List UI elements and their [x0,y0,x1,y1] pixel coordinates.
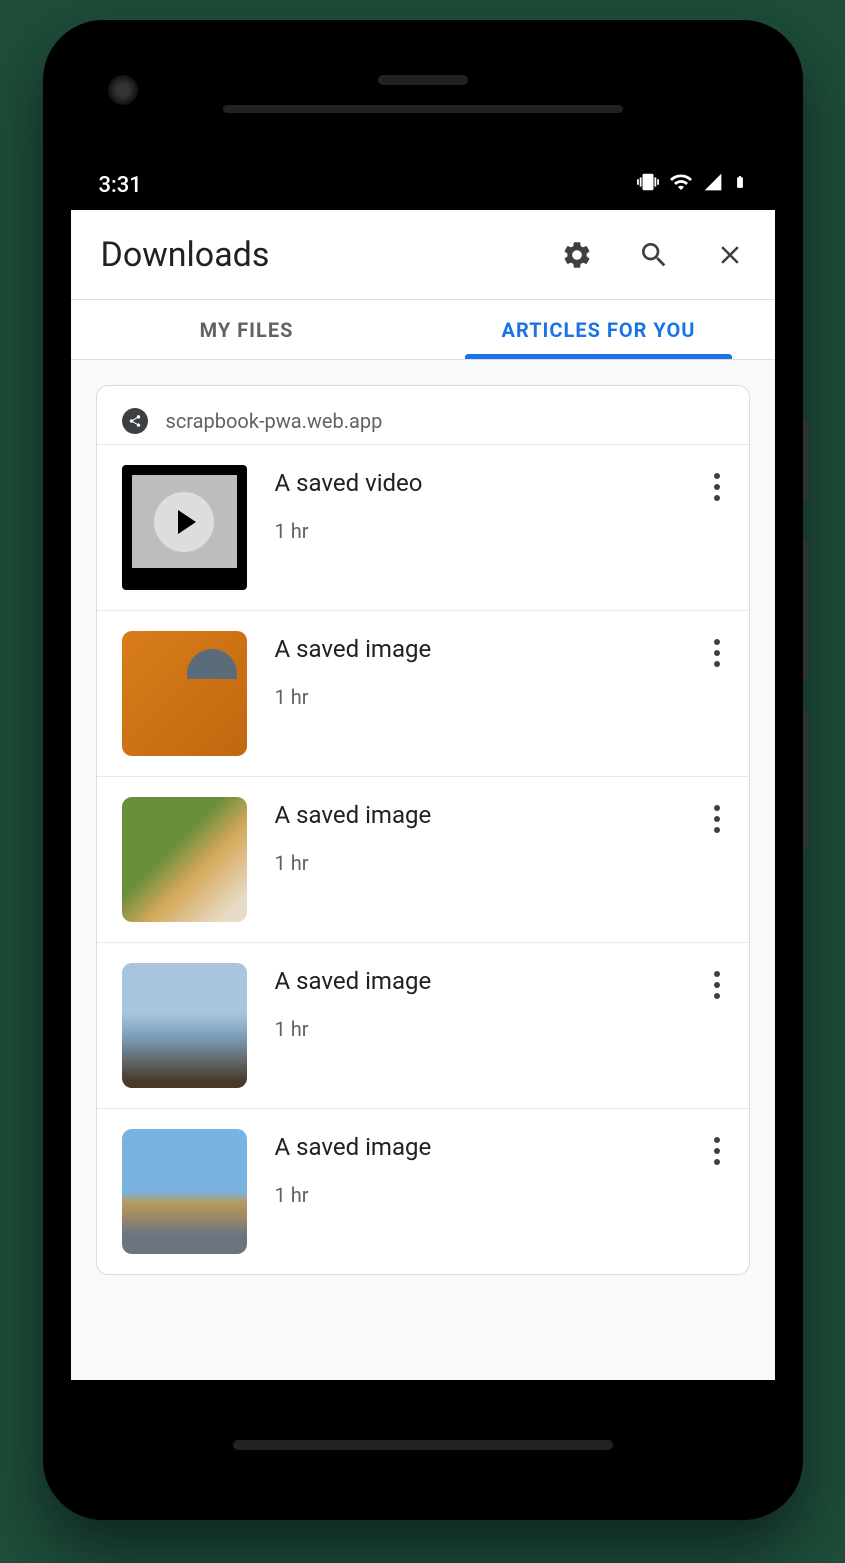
gear-icon [561,239,593,271]
list-item[interactable]: A saved image 1 hr [97,776,749,942]
item-time: 1 hr [275,1183,682,1207]
volume-down-button [803,710,808,850]
volume-up-button [803,540,808,680]
wifi-icon [669,170,693,200]
front-camera [108,75,138,105]
item-menu-button[interactable] [710,631,724,675]
item-time: 1 hr [275,851,682,875]
content-area[interactable]: scrapbook-pwa.web.app A saved video 1 hr [71,360,775,1380]
top-speaker-grille [223,105,623,113]
status-icons [637,170,747,200]
list-item[interactable]: A saved image 1 hr [97,1108,749,1274]
cellular-icon [703,172,723,198]
close-icon [715,240,745,270]
list-item[interactable]: A saved video 1 hr [97,444,749,610]
item-menu-button[interactable] [710,797,724,841]
more-vert-icon [714,1137,720,1165]
item-title: A saved image [275,1133,682,1161]
search-icon [638,239,670,271]
more-vert-icon [714,639,720,667]
tab-my-files[interactable]: MY FILES [71,300,423,359]
page-title: Downloads [101,235,561,275]
tabs: MY FILES ARTICLES FOR YOU [71,300,775,360]
item-menu-button[interactable] [710,1129,724,1173]
settings-button[interactable] [561,239,593,271]
item-time: 1 hr [275,685,682,709]
power-button [803,420,808,500]
site-card: scrapbook-pwa.web.app A saved video 1 hr [96,385,750,1275]
item-menu-button[interactable] [710,465,724,509]
item-title: A saved video [275,469,682,497]
item-time: 1 hr [275,1017,682,1041]
item-thumbnail [122,465,247,590]
phone-frame: 3:31 Downloads [43,20,803,1520]
screen: 3:31 Downloads [71,160,775,1380]
close-button[interactable] [715,240,745,270]
item-title: A saved image [275,635,682,663]
tab-articles-for-you[interactable]: ARTICLES FOR YOU [423,300,775,359]
item-title: A saved image [275,967,682,995]
status-bar: 3:31 [71,160,775,210]
earpiece [378,75,468,85]
item-thumbnail [122,963,247,1088]
site-name: scrapbook-pwa.web.app [166,409,383,433]
bottom-speaker-grille [233,1440,613,1450]
item-time: 1 hr [275,519,682,543]
battery-icon [733,171,747,199]
list-item[interactable]: A saved image 1 hr [97,610,749,776]
item-title: A saved image [275,801,682,829]
search-button[interactable] [638,239,670,271]
status-time: 3:31 [99,173,142,198]
play-icon [154,492,214,552]
more-vert-icon [714,473,720,501]
share-icon [122,408,148,434]
item-thumbnail [122,1129,247,1254]
item-thumbnail [122,797,247,922]
more-vert-icon [714,971,720,999]
app-header: Downloads [71,210,775,300]
site-header: scrapbook-pwa.web.app [97,386,749,444]
vibrate-icon [637,171,659,199]
tab-label: MY FILES [200,318,294,342]
tab-label: ARTICLES FOR YOU [502,318,696,342]
item-thumbnail [122,631,247,756]
item-menu-button[interactable] [710,963,724,1007]
more-vert-icon [714,805,720,833]
list-item[interactable]: A saved image 1 hr [97,942,749,1108]
